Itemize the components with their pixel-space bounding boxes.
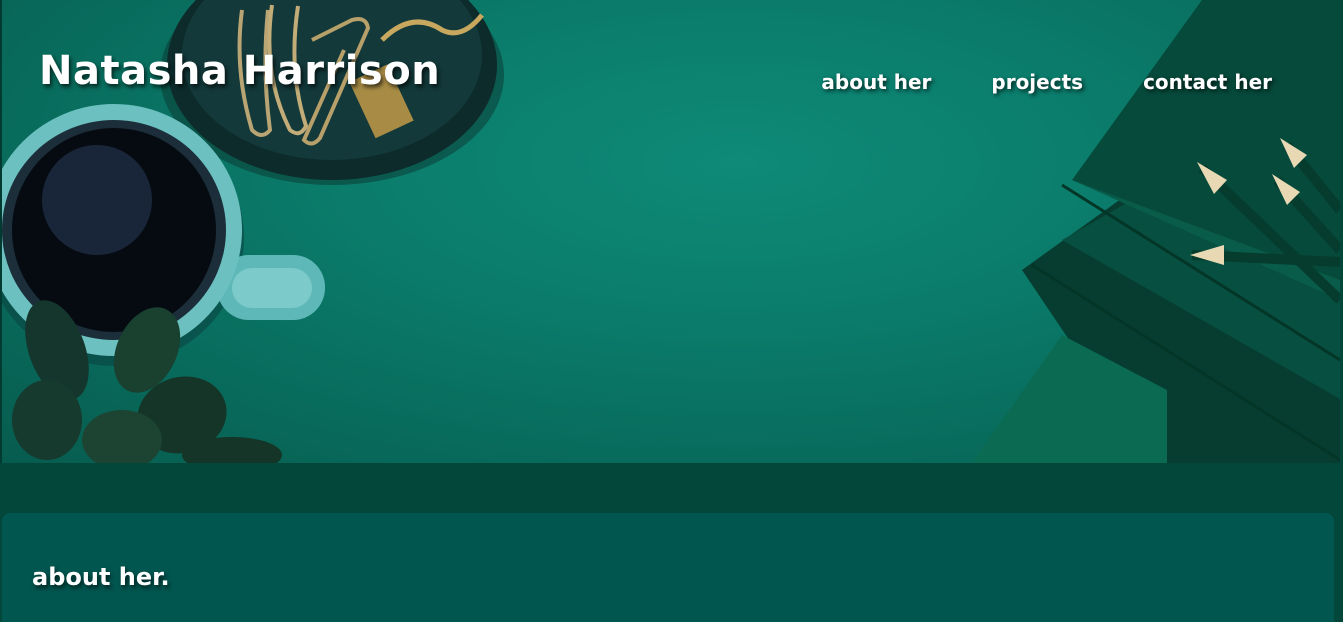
nav-link-projects[interactable]: projects bbox=[991, 70, 1083, 94]
hero-banner: Natasha Harrison about her projects cont… bbox=[0, 0, 1340, 463]
about-heading: about her. bbox=[32, 563, 170, 591]
main-nav: about her projects contact her bbox=[821, 70, 1272, 94]
page: Natasha Harrison about her projects cont… bbox=[0, 0, 1343, 622]
site-title: Natasha Harrison bbox=[39, 48, 441, 94]
about-section: about her. bbox=[2, 513, 1334, 622]
nav-link-contact-her[interactable]: contact her bbox=[1143, 70, 1272, 94]
nav-link-about-her[interactable]: about her bbox=[821, 70, 931, 94]
